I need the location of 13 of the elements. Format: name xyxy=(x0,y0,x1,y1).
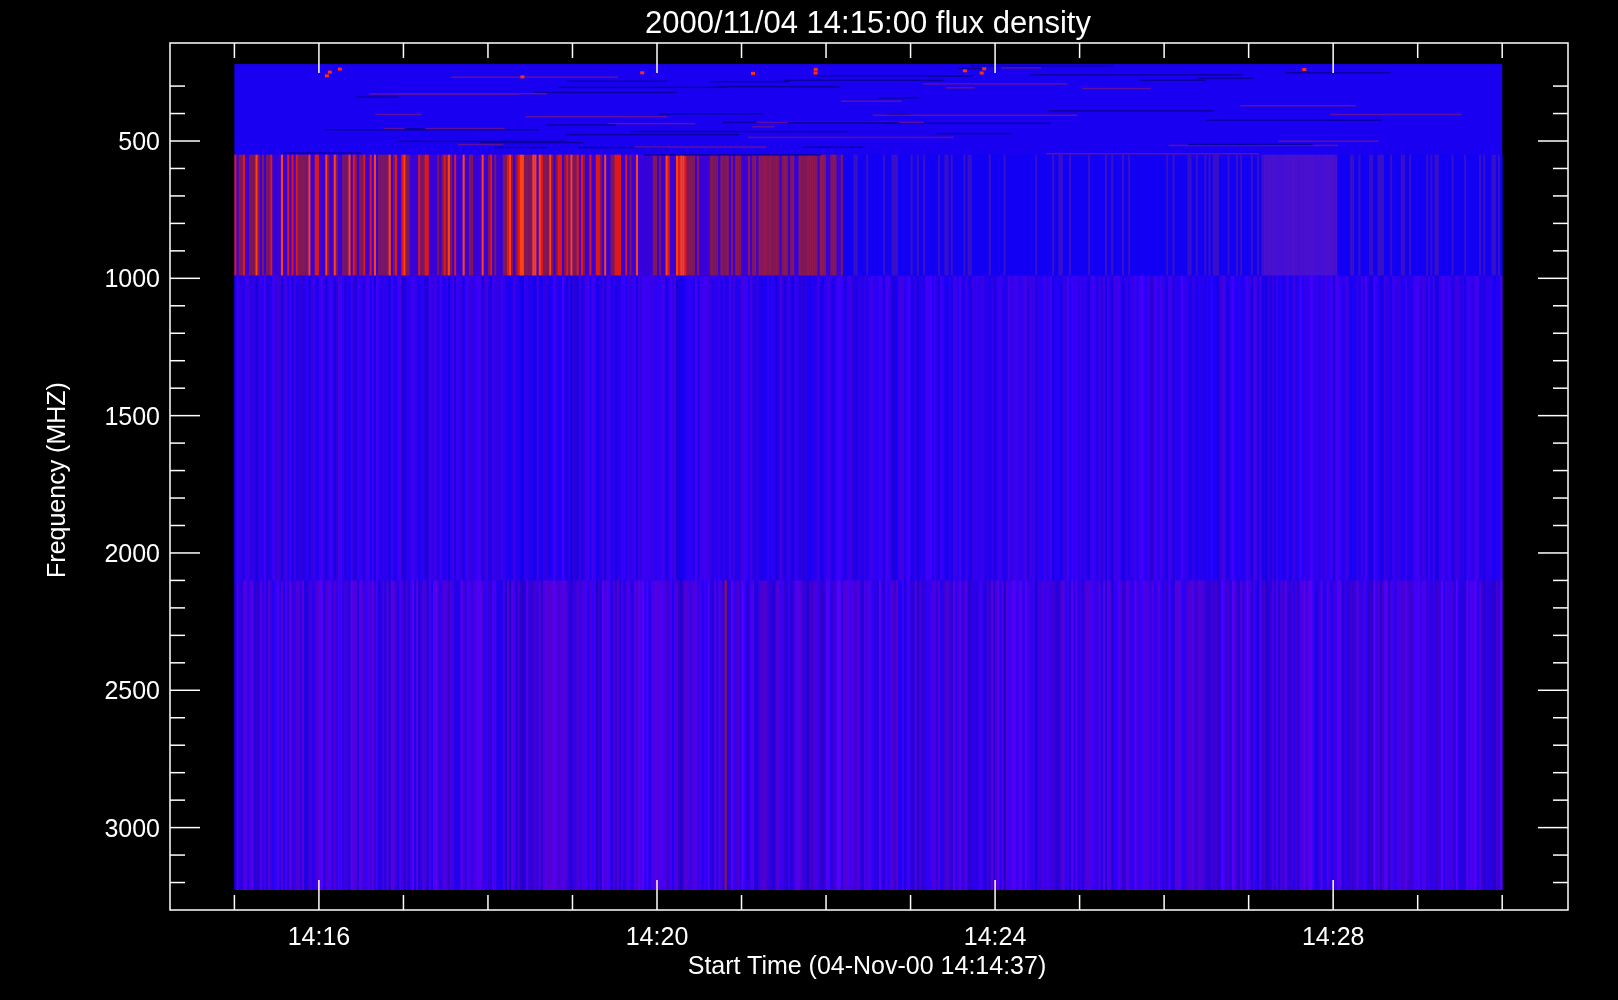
y-tick-label: 1000 xyxy=(104,264,160,293)
y-axis-label: Frequency (MHZ) xyxy=(42,382,70,578)
x-axis-label: Start Time (04-Nov-00 14:14:37) xyxy=(687,951,1047,979)
y-tick-label: 500 xyxy=(118,127,160,155)
x-tick-label: 14:20 xyxy=(625,922,689,950)
y-tick-label: 1500 xyxy=(104,401,160,430)
y-tick-label: 2500 xyxy=(104,676,160,705)
x-tick-label: 14:24 xyxy=(963,922,1027,950)
x-tick-label: 14:28 xyxy=(1301,922,1365,950)
y-tick-label: 3000 xyxy=(104,813,160,842)
y-tick-label: 2000 xyxy=(104,538,160,567)
plot-title: 2000/11/04 14:15:00 flux density xyxy=(645,5,1091,40)
x-tick-label: 14:16 xyxy=(287,922,351,950)
